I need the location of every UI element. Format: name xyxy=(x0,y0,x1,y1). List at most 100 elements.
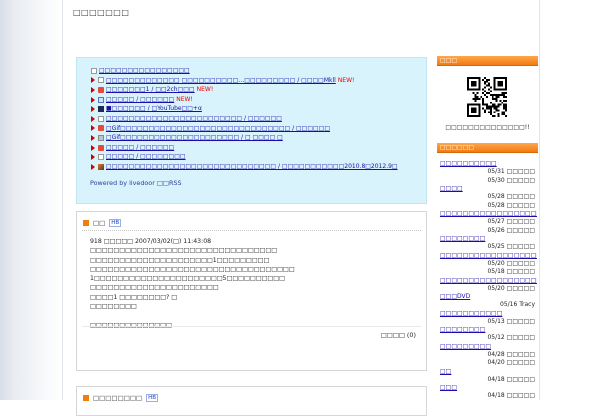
recent-article-link[interactable]: □□□□□ / □□□□□□ xyxy=(106,95,174,105)
recent-article-link[interactable]: □□□□□□□□□□□□□□□□ xyxy=(99,66,190,76)
comment-author-date[interactable]: 05/25 □□□□□ xyxy=(440,243,537,252)
red-icon xyxy=(98,86,104,93)
arrow-right-icon xyxy=(91,86,95,93)
article-title[interactable]: □□ xyxy=(93,219,105,227)
comment-author-date[interactable]: 05/28 □□□□□ xyxy=(440,193,537,202)
arrow-right-icon xyxy=(91,154,95,161)
recent-article-item[interactable]: □□□□□ / □□□□□□□□ xyxy=(91,152,426,162)
arrow-right-icon xyxy=(91,115,95,122)
recent-article-item[interactable]: □□□□□□□□□□□□□□□□□□□□□□□□ / □□□□□□ xyxy=(91,114,426,124)
red-icon xyxy=(98,125,104,132)
recent-article-link[interactable]: □□□□□□□□□□□□□□□□□□□□□□□□ / □□□□□□ xyxy=(106,114,282,124)
comment-article-link[interactable]: □□□□□□□□□□□□□□□□□□□□□□□□ xyxy=(440,277,537,285)
red-icon xyxy=(98,144,104,151)
comment-author-date[interactable]: 05/12 □□□□□ xyxy=(440,334,537,343)
comment-author-date[interactable]: 05/20 □□□□□ xyxy=(440,285,537,294)
comment-article-link[interactable]: □□□□ xyxy=(440,185,537,193)
recent-article-item[interactable]: □□□□□□□□□□□□□□□□ xyxy=(91,66,426,76)
recent-article-item[interactable]: □□□□□ / □□□□□□ NEW! xyxy=(91,95,426,105)
hatena-bookmark-icon[interactable]: HB xyxy=(146,394,159,402)
comment-author-date[interactable]: 04/28 □□□□□ xyxy=(440,351,537,360)
comment-article-link[interactable]: □□□□□□□□□□□ xyxy=(440,310,537,318)
comment-author-date[interactable]: 04/20 □□□□□ xyxy=(440,359,537,368)
comment-author-date[interactable]: 05/27 □□□□□ xyxy=(440,218,537,227)
comment-author-date[interactable]: 05/28 □□□□□ xyxy=(440,202,537,211)
recent-comments-list: □□□□□□□□□□ 05/31 □□□□□ 05/30 □□□□□ □□□□ 05/2… xyxy=(440,160,537,401)
hatena-bookmark-icon[interactable]: HB xyxy=(109,219,122,227)
qr-caption: □□□□□□□□□□□□□□!! xyxy=(445,124,530,131)
recent-article-item[interactable]: □□□□□□□□□□□□□ □□□□□□□□□□…□□□□□□□□□ / □□□… xyxy=(91,76,426,86)
arrow-right-icon xyxy=(91,106,95,113)
comment-article-link[interactable]: □□□□□□□□□□ xyxy=(440,160,537,168)
comment-author-date[interactable]: 05/18 □□□□□ xyxy=(440,268,537,277)
comment-article-link[interactable]: □□ xyxy=(440,368,537,376)
comment-article-link[interactable]: □□□□□□□□□ xyxy=(440,343,537,351)
comment-count-link[interactable]: □□□□ (0) xyxy=(381,331,416,339)
comment-article-link[interactable]: □□□□□□□□ xyxy=(440,235,537,243)
article-body-line: □□□□1 □□□□□□□□? □ xyxy=(90,293,178,301)
recent-article-item[interactable]: ■□□□□□□ / □YouTube□□+α xyxy=(91,104,426,114)
page-icon xyxy=(98,154,104,161)
recent-article-link[interactable]: □□□□□□□1 / □□2ch□□□ xyxy=(106,85,195,95)
recent-article-item[interactable]: □□□□□□□1 / □□2ch□□□ NEW! xyxy=(91,85,426,95)
recent-article-item[interactable]: □Gif□□□□□□□□□□□□□□□□□□□□□ / □ □□□□ □ xyxy=(91,133,426,143)
comment-author-date[interactable]: 05/31 □□□□□ xyxy=(440,168,537,177)
article-2: □□□□□□□□ HB xyxy=(76,386,427,416)
site-title[interactable]: □□□□□□□ xyxy=(73,8,129,17)
comment-article-link[interactable]: □□□□□□□□ xyxy=(440,326,537,334)
comment-article-link[interactable]: □□□□□□□□□□□□□□□□□□□□□□□ xyxy=(440,252,537,260)
arrow-right-icon xyxy=(91,144,95,151)
article-2-header: □□□□□□□□ HB xyxy=(83,393,159,403)
recent-article-link[interactable]: ■□□□□□□ / □YouTube□□+α xyxy=(106,104,202,114)
article-body-line xyxy=(90,311,420,320)
arrow-right-icon xyxy=(91,163,95,170)
comment-author-date[interactable]: 04/18 □□□□□ xyxy=(440,376,537,385)
arrow-right-icon xyxy=(91,134,95,141)
comment-author-date[interactable]: 05/13 □□□□□ xyxy=(440,318,537,327)
dark-icon xyxy=(98,106,104,113)
new-badge: NEW! xyxy=(337,76,355,84)
bullet-square-icon xyxy=(83,220,89,226)
comment-author-date[interactable]: 05/20 □□□□□ xyxy=(440,260,537,269)
comment-article-link[interactable]: □□□□□□□□□□□□□□□□□□□□□ xyxy=(440,210,537,218)
article-body-line: 1□□□□□□□□□□□□□□□□□□□□□□5□□□□□□□□□□ xyxy=(90,275,285,283)
recent-articles-widget: □□□□□□□□□□□□□□□□ □□□□□□□□□□□□□ □□□□□□□□□□… xyxy=(76,57,427,204)
qr-code-icon xyxy=(467,77,507,117)
article-body: 918 □□□□□ 2007/03/02(□) 11:43:08 □□□□□□□□… xyxy=(90,237,420,330)
recent-article-link[interactable]: □□□□□ / □□□□□□ xyxy=(106,143,174,153)
recent-article-link[interactable]: □□□□□□□□□□□□□□□□□□□□□□□□□□□□□□ / □□□□□□□… xyxy=(106,162,398,172)
arrow-right-icon xyxy=(91,77,95,84)
comment-author-date[interactable]: 04/18 □□□□□ xyxy=(440,392,537,401)
divider xyxy=(82,230,421,231)
comment-author-date[interactable]: 05/30 □□□□□ xyxy=(440,177,537,186)
divider xyxy=(82,326,421,327)
recent-comments-header: □□□□□□ xyxy=(437,143,538,153)
arrow-right-icon xyxy=(91,96,95,103)
comment-article-link[interactable]: □□□DVD xyxy=(440,293,537,301)
comment-author-date[interactable]: 05/26 □□□□□ xyxy=(440,227,537,236)
recent-article-item[interactable]: □□□□□□□□□□□□□□□□□□□□□□□□□□□□□□ / □□□□□□□… xyxy=(91,162,426,172)
recent-article-link[interactable]: □□□□□ / □□□□□□□□ xyxy=(106,152,186,162)
comment-author-date[interactable]: 05/16 Tracy xyxy=(440,301,537,310)
article-body-line: □□□□□□□□□□□□□□□□□□□□□1□□□□□□□□□ xyxy=(90,256,270,264)
recent-articles-list: □□□□□□□□□□□□□□□□ □□□□□□□□□□□□□ □□□□□□□□□□… xyxy=(77,58,426,172)
article-body-line: 918 □□□□□ 2007/03/02(□) 11:43:08 xyxy=(90,238,212,245)
arrow-right-icon xyxy=(91,125,95,132)
sidebar: □□□ □□□□□□□□□□□□□□!! □□□□□□ □□□□□□□□□□ 05… xyxy=(437,0,538,400)
photo-icon xyxy=(98,163,104,170)
check-icon xyxy=(98,96,104,103)
article-body-line: □□□□□□□□ xyxy=(90,303,137,311)
recent-article-link[interactable]: □Gif□□□□□□□□□□□□□□□□□□□□□□□□□□□□□□ / □□□… xyxy=(106,124,330,134)
article-body-line: □□□□□□□□□□□□□□□□□□□□□□ xyxy=(90,284,219,292)
recent-article-link[interactable]: □Gif□□□□□□□□□□□□□□□□□□□□□ / □ □□□□ □ xyxy=(106,133,283,143)
page-icon xyxy=(91,67,97,74)
recent-article-item[interactable]: □□□□□ / □□□□□□ xyxy=(91,143,426,153)
article-body-line: □□□□□□□□□□□□□□□□□□□□□□□□□□□□□□□□□□□ xyxy=(90,265,295,273)
comment-article-link[interactable]: □□□ xyxy=(440,384,537,392)
powered-by-link[interactable]: Powered by livedoor □□RSS xyxy=(90,179,182,187)
bullet-square-icon xyxy=(83,395,89,401)
article-body-line: □□□□□□□□□□□□□□□□□□□□□□□□□□□□□□□□ xyxy=(90,247,278,255)
recent-article-item[interactable]: □Gif□□□□□□□□□□□□□□□□□□□□□□□□□□□□□□ / □□□… xyxy=(91,124,426,134)
article-2-title[interactable]: □□□□□□□□ xyxy=(93,394,142,402)
recent-article-link[interactable]: □□□□□□□□□□□□□ □□□□□□□□□□…□□□□□□□□□ / □□□… xyxy=(106,76,336,86)
